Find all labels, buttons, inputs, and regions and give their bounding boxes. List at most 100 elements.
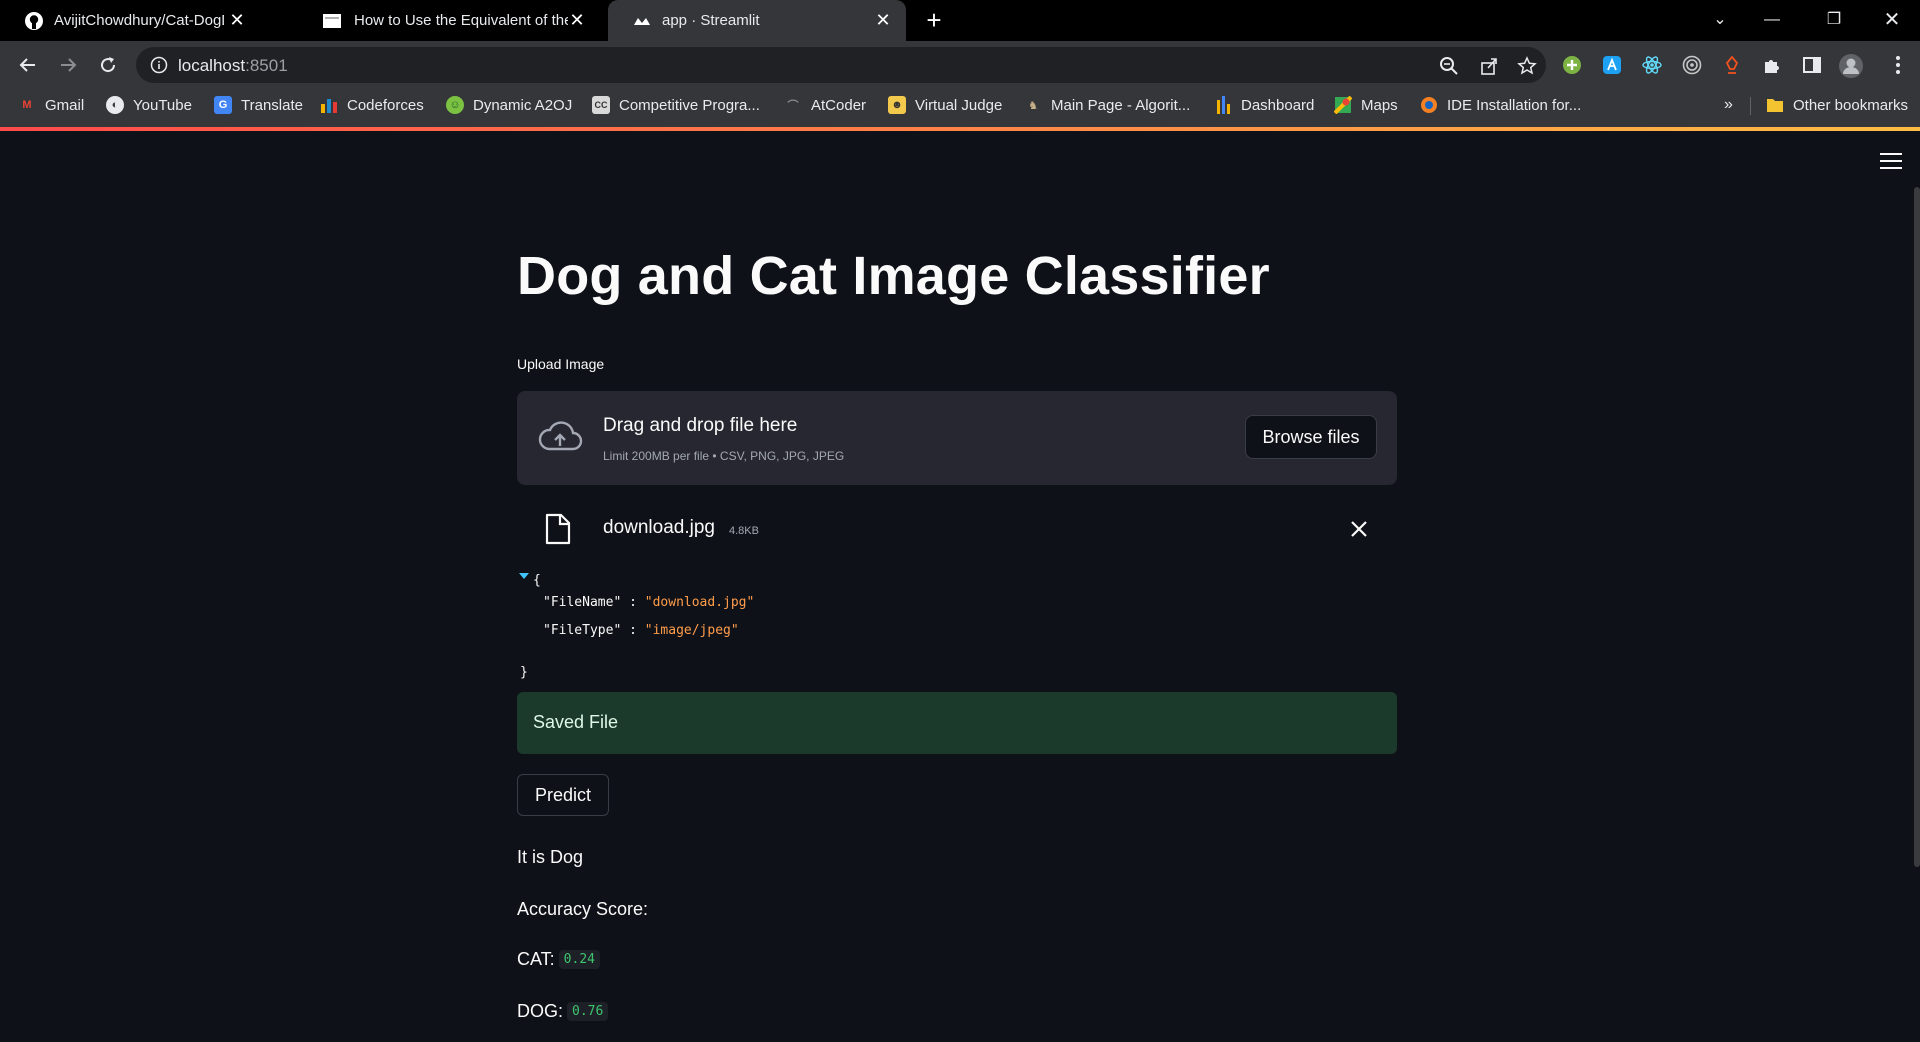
browse-files-button[interactable]: Browse files (1245, 415, 1377, 459)
bookmark-translate[interactable]: G Translate (214, 89, 303, 121)
bookmark-algorithms[interactable]: ♞ Main Page - Algorit... (1024, 89, 1190, 121)
bookmark-label: Codeforces (347, 96, 424, 114)
codeforces-icon (320, 96, 338, 114)
address-bar[interactable]: localhost:8501 (136, 47, 1546, 83)
bookmark-label: Dashboard (1241, 96, 1315, 114)
tab-github[interactable]: AvijitChowdhury/Cat-DogDetect ✕ (0, 0, 260, 41)
more-bookmarks-chevron-icon[interactable]: » (1724, 89, 1733, 121)
bookmark-label: Translate (241, 96, 303, 114)
json-value: "image/jpeg" (644, 623, 739, 638)
extension-orange-icon[interactable] (1720, 53, 1744, 77)
bookmark-label: Maps (1361, 96, 1398, 114)
dropzone-limit-text: Limit 200MB per file • CSV, PNG, JPG, JP… (603, 449, 845, 463)
reload-icon (101, 57, 116, 73)
minimize-button[interactable]: — (1752, 6, 1792, 34)
bookmark-a2oj[interactable]: ☺ Dynamic A2OJ (446, 89, 572, 121)
maps-icon (1334, 96, 1352, 114)
file-dropzone[interactable]: Drag and drop file here Limit 200MB per … (517, 391, 1397, 485)
json-close-brace: } (520, 665, 528, 680)
profile-avatar[interactable] (1838, 53, 1864, 79)
bookmark-atcoder[interactable]: ⌒ AtCoder (784, 89, 867, 121)
cat-score-value: 0.24 (558, 950, 600, 969)
bookmark-maps[interactable]: Maps (1334, 89, 1398, 121)
tab-streamlit[interactable]: app · Streamlit ✕ (608, 0, 906, 41)
new-tab-button[interactable]: + (920, 7, 948, 34)
streamlit-icon (634, 18, 650, 25)
collapse-caret-icon[interactable] (519, 571, 529, 581)
window-close-button[interactable]: ✕ (1872, 6, 1912, 34)
bookmark-label: AtCoder (811, 96, 867, 114)
cat-score-line: CAT: 0.24 (517, 949, 600, 970)
dashboard-icon (1214, 96, 1232, 114)
star-icon[interactable] (1516, 55, 1538, 77)
bookmark-dashboard[interactable]: Dashboard (1214, 89, 1314, 121)
translate-icon: G (214, 96, 232, 114)
scrollbar[interactable] (1914, 187, 1920, 867)
zoom-icon[interactable] (1438, 55, 1460, 77)
extension-green-plus-icon[interactable] (1560, 53, 1584, 77)
dog-score-value: 0.76 (567, 1002, 609, 1021)
ide-icon (1420, 96, 1438, 114)
bookmark-gmail[interactable]: M Gmail (18, 89, 84, 121)
bookmark-competitive-programming[interactable]: CC Competitive Progra... (592, 89, 760, 121)
bookmark-codeforces[interactable]: Codeforces (320, 89, 424, 121)
prediction-result: It is Dog (517, 847, 584, 867)
bookmark-label: Other bookmarks (1793, 96, 1909, 114)
url-port: :8501 (245, 56, 288, 75)
a2oj-icon: ☺ (446, 96, 464, 114)
accuracy-label: Accuracy Score: (517, 899, 649, 919)
json-viewer: { "FileName" : "download.jpg" "FileType"… (517, 571, 1397, 681)
github-icon (25, 12, 43, 30)
globe-icon: ◐ (106, 96, 124, 114)
bookmark-other-bookmarks[interactable]: Other bookmarks (1766, 89, 1908, 121)
predict-button[interactable]: Predict (517, 774, 609, 816)
extension-target-icon[interactable] (1680, 53, 1704, 77)
app-content: Dog and Cat Image Classifier Upload Imag… (0, 131, 1920, 1042)
folder-icon (1766, 96, 1784, 114)
reload-button[interactable] (94, 51, 122, 79)
gmail-icon: M (22, 99, 32, 111)
tab-how-to-use[interactable]: How to Use the Equivalent of the ✕ (300, 0, 600, 41)
more-vertical-icon[interactable] (1886, 53, 1910, 77)
json-key: "FileType" (543, 623, 622, 638)
page-icon (323, 14, 341, 28)
remove-file-close-icon[interactable] (1349, 519, 1369, 539)
bookmark-ide-installation[interactable]: IDE Installation for... (1420, 89, 1581, 121)
browser-tab-bar: AvijitChowdhury/Cat-DogDetect ✕ How to U… (0, 0, 1920, 41)
json-line-filename: "FileName" : "download.jpg" (543, 595, 754, 610)
uploaded-file-row: download.jpg 4.8KB (517, 501, 1397, 561)
vjudge-icon: ☻ (888, 96, 906, 114)
tab-title: AvijitChowdhury/Cat-DogDetect (54, 12, 224, 29)
json-open-brace: { (533, 573, 541, 588)
cloud-upload-icon (538, 421, 583, 451)
hamburger-menu-icon[interactable] (1880, 153, 1902, 171)
share-icon[interactable] (1478, 55, 1500, 77)
close-icon[interactable]: ✕ (226, 9, 248, 31)
url-host: localhost (178, 56, 246, 75)
json-value: "download.jpg" (644, 595, 755, 610)
dog-score-line: DOG: 0.76 (517, 1001, 609, 1022)
json-separator: : (621, 623, 645, 638)
json-key: "FileName" (543, 595, 622, 610)
bookmark-label: Competitive Progra... (619, 96, 760, 114)
extensions-puzzle-icon[interactable] (1760, 53, 1784, 77)
close-icon[interactable]: ✕ (566, 9, 588, 31)
extension-appstore-icon[interactable] (1600, 53, 1624, 77)
bookmark-virtual-judge[interactable]: ☻ Virtual Judge (888, 89, 1002, 121)
back-button[interactable] (14, 51, 42, 79)
side-panel-icon[interactable] (1800, 53, 1824, 77)
close-icon[interactable]: ✕ (872, 9, 894, 31)
bookmark-label: Virtual Judge (915, 96, 1003, 114)
browser-toolbar: localhost:8501 (0, 41, 1920, 89)
file-icon (545, 513, 571, 545)
page-title: Dog and Cat Image Classifier (517, 246, 1270, 306)
tab-search-chevron-icon[interactable]: ⌄ (1700, 6, 1740, 34)
extension-react-icon[interactable] (1640, 53, 1664, 77)
bookmark-label: Main Page - Algorit... (1051, 96, 1191, 114)
bookmark-youtube[interactable]: ◐ YouTube (106, 89, 192, 121)
algorithm-icon: ♞ (1028, 99, 1038, 112)
forward-button[interactable] (54, 51, 82, 79)
restore-button[interactable]: ❐ (1814, 6, 1854, 34)
dropzone-title: Drag and drop file here (603, 415, 798, 436)
info-icon[interactable] (150, 56, 168, 74)
